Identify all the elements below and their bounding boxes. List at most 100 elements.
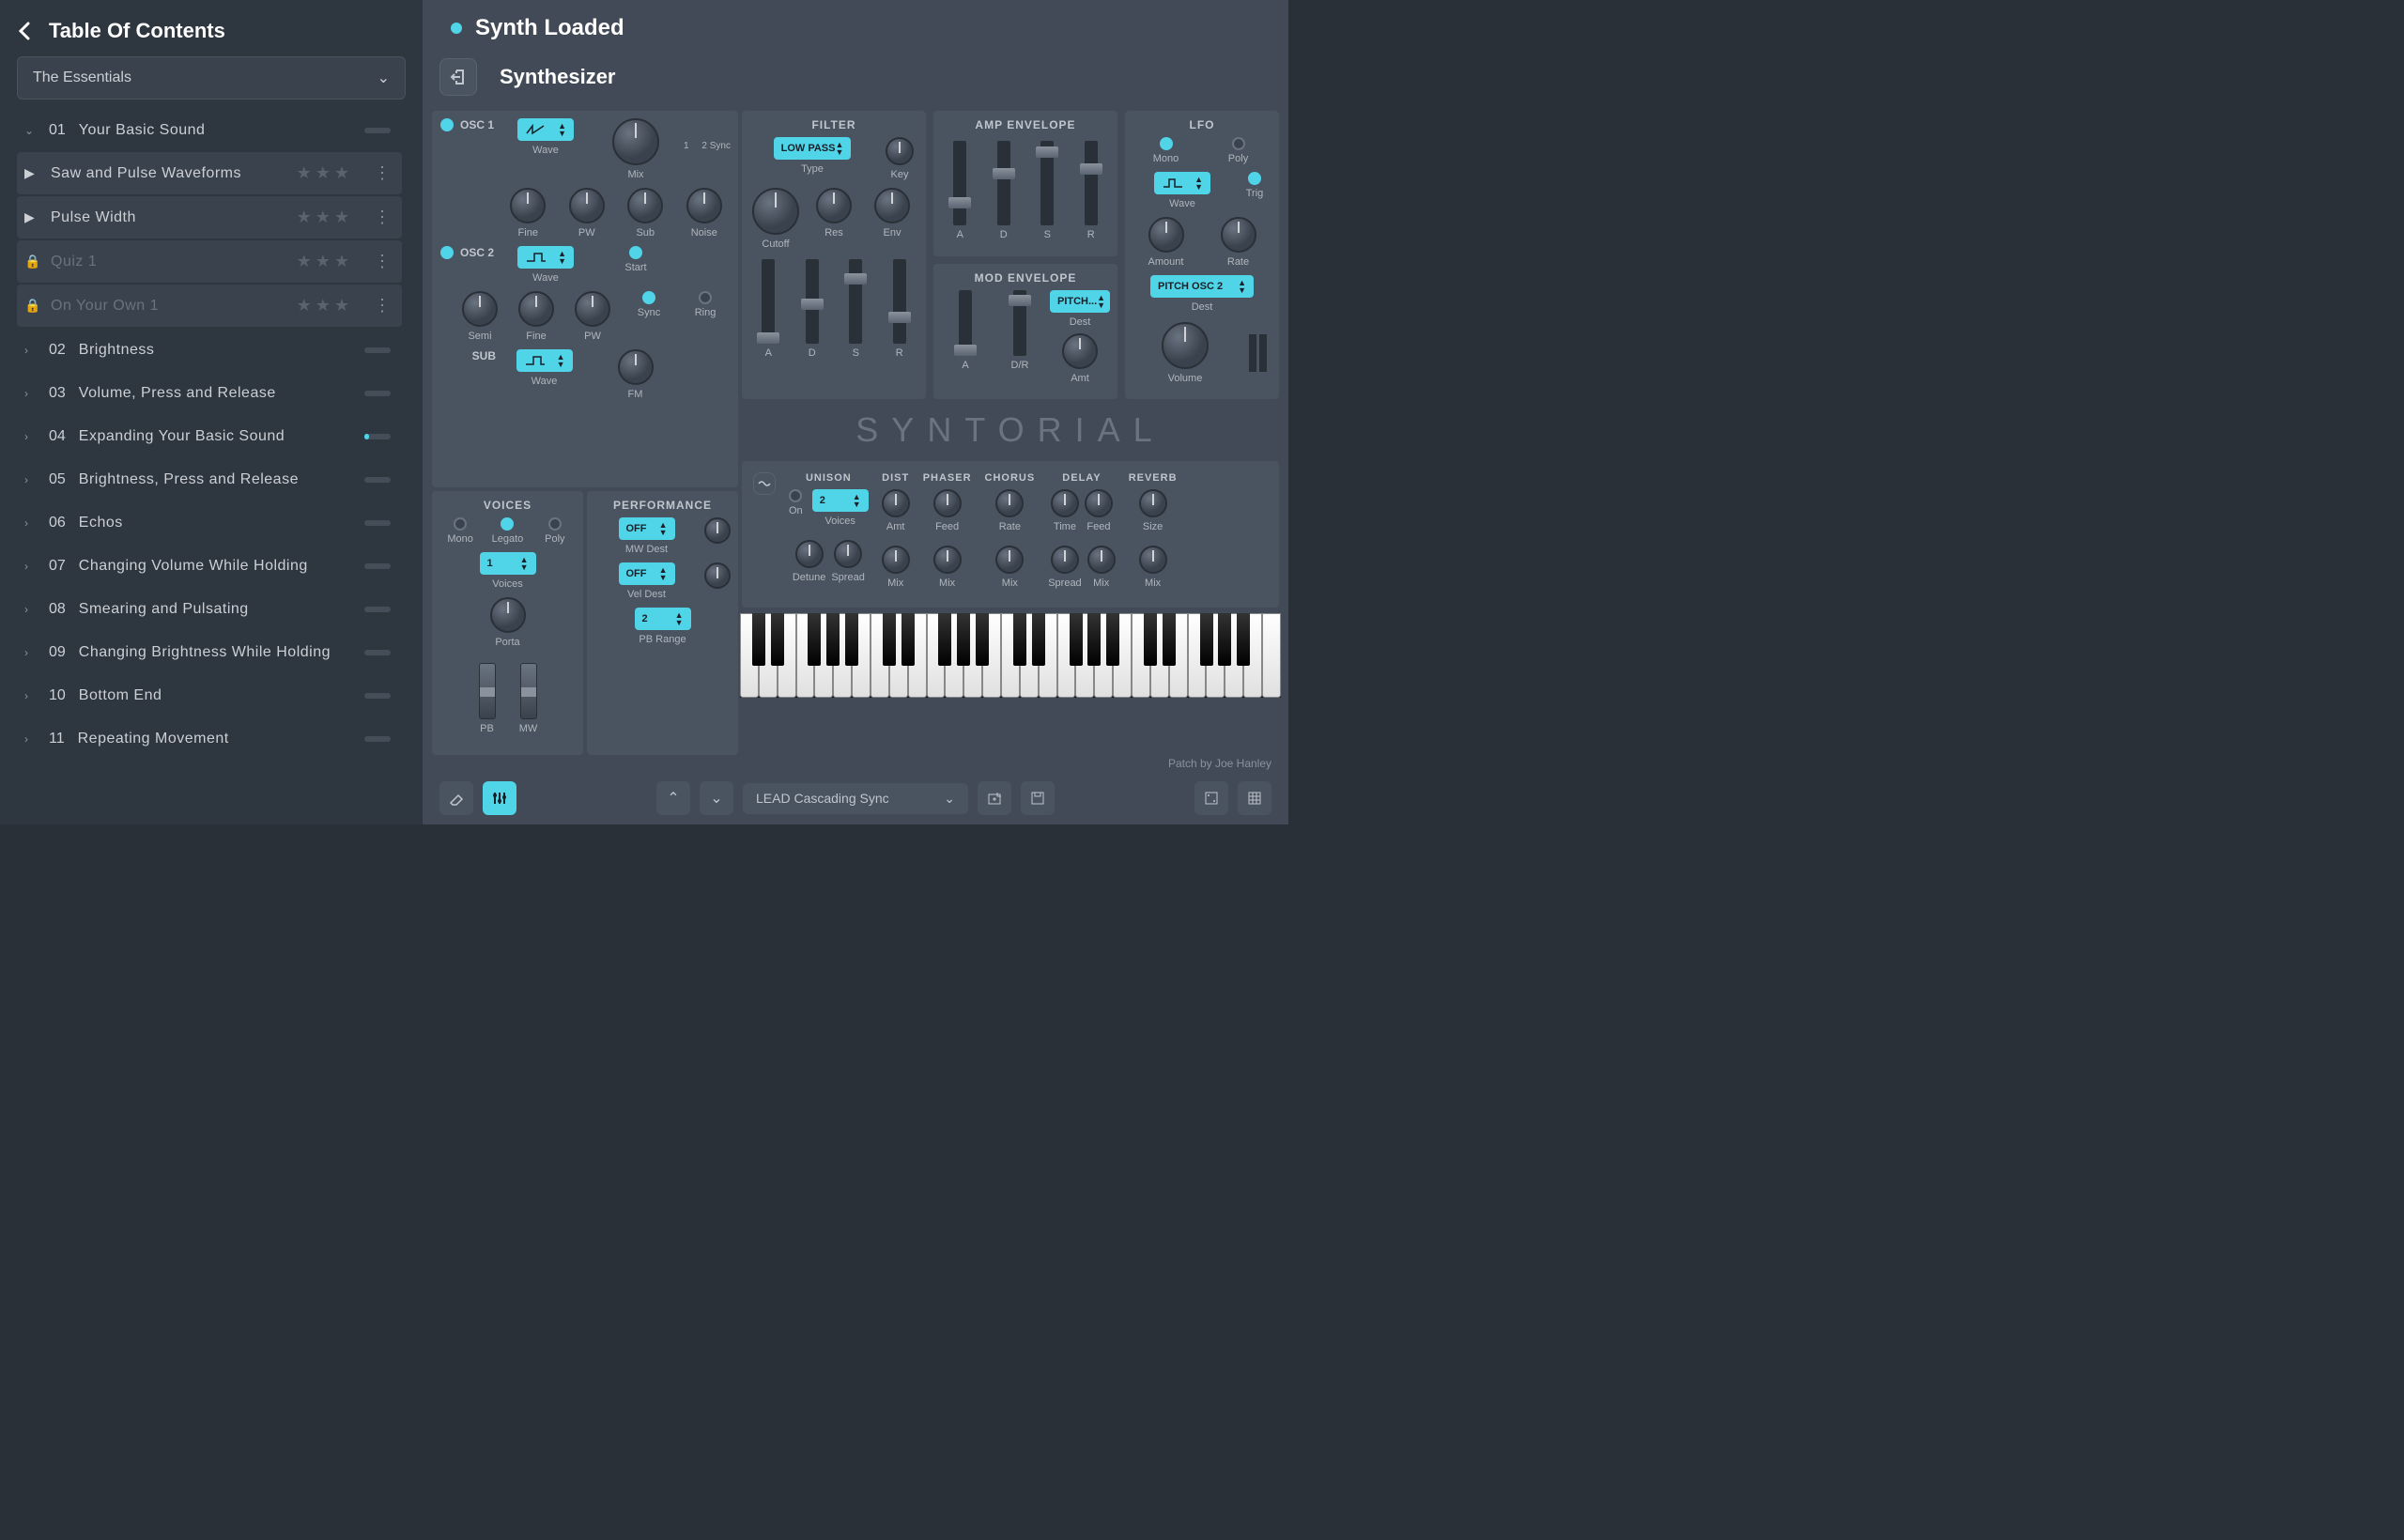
chapter-item[interactable]: ›08Smearing and Pulsating [17, 590, 402, 629]
cutoff-knob[interactable] [752, 188, 799, 235]
detune-knob[interactable] [795, 540, 824, 568]
more-icon[interactable]: ⋮ [370, 208, 394, 227]
delay-time-knob[interactable] [1051, 489, 1079, 517]
back-icon[interactable] [17, 22, 32, 40]
chapter-item[interactable]: ›05Brightness, Press and Release [17, 460, 402, 500]
black-key[interactable] [808, 613, 821, 666]
lfo-amount-knob[interactable] [1148, 217, 1184, 253]
black-key[interactable] [1013, 613, 1026, 666]
voices-mono-radio[interactable] [454, 517, 467, 531]
osc-noise-knob[interactable] [686, 188, 722, 223]
osc2-start-radio[interactable] [629, 246, 642, 259]
black-key[interactable] [1032, 613, 1045, 666]
next-patch-button[interactable]: ⌄ [700, 781, 733, 815]
chapter-item[interactable]: ⌄01Your Basic Sound [17, 111, 402, 150]
osc2-fine-knob[interactable] [518, 291, 554, 327]
osc2-sync-radio[interactable] [642, 291, 655, 304]
black-key[interactable] [976, 613, 989, 666]
chapter-item[interactable]: ›02Brightness [17, 331, 402, 370]
filter-key-knob[interactable] [886, 137, 914, 165]
phaser-mix-knob[interactable] [933, 546, 962, 574]
grid-button[interactable] [1238, 781, 1271, 815]
lfo-poly-radio[interactable] [1232, 137, 1245, 150]
voices-count-select[interactable]: 1▲▼ [480, 552, 536, 575]
filter-a-slider[interactable] [762, 259, 775, 344]
sliders-button[interactable] [483, 781, 516, 815]
mod-dest-select[interactable]: PITCH...▲▼ [1050, 290, 1110, 313]
delay-mix-knob[interactable] [1087, 546, 1116, 574]
osc2-wave-select[interactable]: ▲▼ [517, 246, 574, 269]
lesson-item[interactable]: 🔒Quiz 1★★★⋮ [17, 240, 402, 283]
lesson-item[interactable]: ▶Saw and Pulse Waveforms★★★⋮ [17, 152, 402, 194]
osc-mix-knob[interactable] [612, 118, 659, 165]
osc2-enable-radio[interactable] [440, 246, 454, 259]
lfo-mono-radio[interactable] [1160, 137, 1173, 150]
filter-r-slider[interactable] [893, 259, 906, 344]
fx-bypass-button[interactable] [753, 472, 776, 495]
black-key[interactable] [1106, 613, 1119, 666]
amp-d-slider[interactable] [997, 141, 1010, 225]
chapter-item[interactable]: ›04Expanding Your Basic Sound [17, 417, 402, 456]
filter-env-knob[interactable] [874, 188, 910, 223]
chapter-item[interactable]: ›03Volume, Press and Release [17, 374, 402, 413]
osc2-semi-knob[interactable] [462, 291, 498, 327]
chapter-item[interactable]: ›07Changing Volume While Holding [17, 547, 402, 586]
chapter-list[interactable]: ⌄01Your Basic Sound▶Saw and Pulse Wavefo… [17, 107, 406, 813]
chorus-rate-knob[interactable] [995, 489, 1024, 517]
reverb-size-knob[interactable] [1139, 489, 1167, 517]
chapter-item[interactable]: ›10Bottom End [17, 676, 402, 716]
mod-dr-slider[interactable] [1013, 290, 1026, 356]
spread-knob[interactable] [834, 540, 862, 568]
amp-a-slider[interactable] [953, 141, 966, 225]
mod-a-slider[interactable] [959, 290, 972, 356]
delay-feed-knob[interactable] [1085, 489, 1113, 517]
vel-dest-select[interactable]: OFF▲▼ [619, 562, 675, 585]
chorus-mix-knob[interactable] [995, 546, 1024, 574]
more-icon[interactable]: ⋮ [370, 252, 394, 271]
pb-wheel[interactable] [479, 663, 496, 719]
res-knob[interactable] [816, 188, 852, 223]
more-icon[interactable]: ⋮ [370, 163, 394, 183]
osc-sub-knob[interactable] [627, 188, 663, 223]
amp-s-slider[interactable] [1040, 141, 1054, 225]
volume-knob[interactable] [1162, 322, 1209, 369]
voices-poly-radio[interactable] [548, 517, 562, 531]
black-key[interactable] [771, 613, 784, 666]
black-key[interactable] [957, 613, 970, 666]
mw-amt-knob[interactable] [704, 517, 731, 544]
filter-d-slider[interactable] [806, 259, 819, 344]
lesson-item[interactable]: 🔒On Your Own 1★★★⋮ [17, 285, 402, 327]
voices-legato-radio[interactable] [501, 517, 514, 531]
black-key[interactable] [826, 613, 840, 666]
black-key[interactable] [902, 613, 915, 666]
osc2-pw-knob[interactable] [575, 291, 610, 327]
black-key[interactable] [1163, 613, 1176, 666]
lfo-trig-radio[interactable] [1248, 172, 1261, 185]
save-patch-button[interactable] [1021, 781, 1055, 815]
black-key[interactable] [1237, 613, 1250, 666]
section-dropdown[interactable]: The Essentials ⌄ [17, 56, 406, 100]
osc1-wave-select[interactable]: ▲▼ [517, 118, 574, 141]
osc1-fine-knob[interactable] [510, 188, 546, 223]
black-key[interactable] [883, 613, 896, 666]
black-key[interactable] [1144, 613, 1157, 666]
lfo-rate-knob[interactable] [1221, 217, 1256, 253]
patch-select[interactable]: LEAD Cascading Sync⌄ [743, 783, 968, 814]
sub-wave-select[interactable]: ▲▼ [516, 349, 573, 372]
fm-knob[interactable] [618, 349, 654, 385]
unison-on-radio[interactable] [789, 489, 802, 502]
mw-dest-select[interactable]: OFF▲▼ [619, 517, 675, 540]
dist-amt-knob[interactable] [882, 489, 910, 517]
black-key[interactable] [938, 613, 951, 666]
osc1-pw-knob[interactable] [569, 188, 605, 223]
osc1-enable-radio[interactable] [440, 118, 454, 131]
black-key[interactable] [845, 613, 858, 666]
chapter-item[interactable]: ›11Repeating Movement [17, 719, 402, 759]
black-key[interactable] [752, 613, 765, 666]
eraser-button[interactable] [439, 781, 473, 815]
keyboard[interactable] [740, 613, 1281, 698]
phaser-feed-knob[interactable] [933, 489, 962, 517]
mod-amt-knob[interactable] [1062, 333, 1098, 369]
lfo-dest-select[interactable]: PITCH OSC 2▲▼ [1150, 275, 1254, 298]
white-key[interactable] [1262, 613, 1281, 698]
